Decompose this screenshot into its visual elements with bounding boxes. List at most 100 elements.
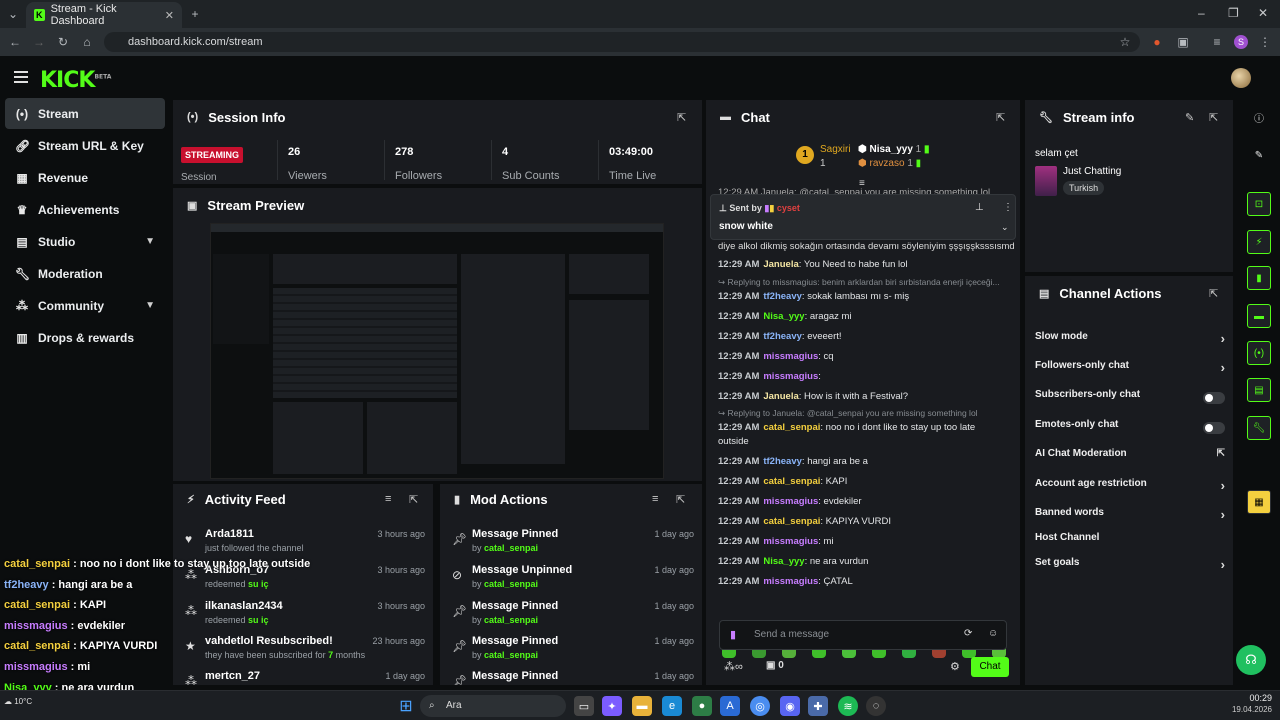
chat-input-box[interactable]: ▮ Send a message ⟳ ☺: [719, 620, 1007, 650]
chat-message[interactable]: 12:29 AM tf2heavy: hangi ara be a: [718, 455, 1014, 468]
action-account-age[interactable]: Account age restriction ›: [1035, 478, 1225, 498]
rail-capture-icon[interactable]: ⊡: [1247, 192, 1271, 216]
chat-message[interactable]: 12:29 AM catal_senpai: KAPIYA VURDI: [718, 515, 1014, 528]
leader-name[interactable]: Sagxiri: [820, 144, 851, 155]
action-slow-mode[interactable]: Slow mode ›: [1035, 331, 1225, 351]
edit-icon[interactable]: ✎: [1247, 143, 1271, 167]
subscribers-only-toggle[interactable]: [1203, 392, 1225, 404]
url-field[interactable]: dashboard.kick.com/stream: [104, 32, 1140, 52]
rail-wrench-icon[interactable]: 🔧︎: [1247, 416, 1271, 440]
chat-message[interactable]: 12:29 AM missmagius: cq: [718, 350, 1014, 363]
reply-context[interactable]: ↪ Replying to Januela: @catal_senpai you…: [718, 408, 1014, 419]
chat-message[interactable]: 12:29 AM missmagius:: [718, 370, 1014, 383]
sidebar-item-revenue[interactable]: ▦ Revenue: [5, 162, 165, 193]
chat-message[interactable]: 12:29 AM missmagius: mi: [718, 535, 1014, 548]
rail-bolt-icon[interactable]: ⚡︎: [1247, 230, 1271, 254]
edit-icon[interactable]: ✎: [1185, 111, 1194, 124]
spotify-icon[interactable]: ≋: [838, 696, 858, 716]
sidebar-item-stream-url-key[interactable]: 🔗︎ Stream URL & Key: [5, 130, 165, 161]
sidebar-item-moderation[interactable]: 🔧︎ Moderation: [5, 258, 165, 289]
file-explorer-icon[interactable]: ▬: [632, 696, 652, 716]
reload-icon[interactable]: ↻: [56, 35, 70, 49]
rail-document-icon[interactable]: ▮: [1247, 266, 1271, 290]
rail-chat-icon[interactable]: ▬: [1247, 304, 1271, 328]
popout-icon[interactable]: ⇱: [1209, 111, 1218, 124]
sidebar-item-drops-rewards[interactable]: ▥ Drops & rewards: [5, 322, 165, 353]
support-headset-icon[interactable]: ☊: [1236, 645, 1266, 675]
popout-icon[interactable]: ⇱: [409, 493, 418, 506]
user-avatar[interactable]: [1231, 68, 1251, 88]
chat-settings-users-icon[interactable]: ⁂∞: [724, 660, 743, 673]
action-set-goals[interactable]: Set goals ›: [1035, 557, 1225, 577]
popout-icon[interactable]: ⇱: [1209, 287, 1218, 300]
gear-icon[interactable]: ⚙: [950, 660, 960, 673]
copilot-icon[interactable]: ✦: [602, 696, 622, 716]
chat-message[interactable]: 12:29 AM Nisa_yyy: ne ara vurdun: [718, 555, 1014, 568]
popout-icon[interactable]: ⇱: [677, 111, 686, 124]
filter-icon[interactable]: ≡: [385, 493, 391, 505]
translate-icon[interactable]: ⟳: [964, 628, 972, 639]
filter-icon[interactable]: ≡: [652, 493, 658, 505]
discord-icon[interactable]: ◉: [780, 696, 800, 716]
minimize-icon[interactable]: –: [1198, 6, 1205, 20]
emotes-only-toggle[interactable]: [1203, 422, 1225, 434]
task-view-icon[interactable]: ▭: [574, 696, 594, 716]
tab-list-icon[interactable]: ⌄: [6, 7, 20, 21]
app-icon[interactable]: ●: [692, 696, 712, 716]
more-options-icon[interactable]: ⋮: [1003, 202, 1013, 213]
app-store-icon[interactable]: A: [720, 696, 740, 716]
weather-widget[interactable]: ☁ 10°C: [4, 697, 32, 706]
pinned-message[interactable]: ⊥ Sent by ▮▮ cyset snow white ⊥ ⋮ ⌄: [710, 194, 1016, 240]
home-icon[interactable]: ⌂: [80, 35, 94, 49]
obs-icon[interactable]: ◌: [866, 696, 886, 716]
sidebar-item-stream[interactable]: (•) Stream: [5, 98, 165, 129]
chrome-icon[interactable]: ◎: [750, 696, 770, 716]
chat-message[interactable]: 12:29 AM Januela: You Need to habe fun lo…: [718, 258, 1014, 271]
rail-actions-icon[interactable]: ▤: [1247, 378, 1271, 402]
chat-message[interactable]: 12:29 AM Januela: How is it with a Festiv…: [718, 390, 1014, 403]
rail-calendar-icon[interactable]: ▦: [1247, 490, 1271, 514]
chat-message[interactable]: 12:29 AM missmagius: ÇATAL: [718, 575, 1014, 588]
chat-message[interactable]: 12:29 AM missmagius: evdekiler: [718, 495, 1014, 508]
points-counter[interactable]: ▣ 0: [766, 660, 784, 671]
leader-name[interactable]: ⬢ Nisa_yyy 1 ▮: [858, 144, 930, 155]
chevron-down-icon[interactable]: ⌄: [1001, 222, 1009, 233]
leader-name[interactable]: ⬢ ravzaso 1 ▮: [858, 158, 921, 169]
reading-list-icon[interactable]: ≡: [1210, 35, 1224, 49]
chat-message[interactable]: 12:29 AM catal_senpai: KAPI: [718, 475, 1014, 488]
chat-message[interactable]: 12:29 AM tf2heavy: sokak lambası mı s- mi…: [718, 290, 1014, 303]
browser-menu-icon[interactable]: ⋮: [1258, 35, 1272, 49]
reply-context[interactable]: ↪ Replying to missmagius: benim arklarda…: [718, 277, 1014, 288]
action-emotes-only[interactable]: Emotes-only chat: [1035, 419, 1225, 439]
chat-message[interactable]: 12:29 AM tf2heavy: eveeert!: [718, 330, 1014, 343]
profile-icon[interactable]: S: [1234, 35, 1248, 49]
sidebar-item-achievements[interactable]: ♛ Achievements: [5, 194, 165, 225]
back-icon[interactable]: ←: [8, 35, 22, 49]
action-followers-only[interactable]: Followers-only chat ›: [1035, 360, 1225, 380]
action-host-channel[interactable]: Host Channel: [1035, 532, 1225, 552]
maximize-icon[interactable]: ❐: [1228, 6, 1239, 20]
bookmark-star-icon[interactable]: ☆: [1118, 35, 1132, 49]
taskbar-search[interactable]: ⌕ Ara: [420, 695, 566, 717]
chat-message[interactable]: 12:29 AM Nisa_yyy: aragaz mi: [718, 310, 1014, 323]
sidebar-item-community[interactable]: ⁂ Community ▼: [5, 290, 165, 321]
new-tab-icon[interactable]: +: [188, 7, 202, 21]
windows-start-icon[interactable]: ⊞: [396, 696, 416, 716]
window-close-icon[interactable]: ✕: [1258, 6, 1268, 20]
hamburger-menu-icon[interactable]: [14, 71, 28, 86]
popout-icon[interactable]: ⇱: [676, 493, 685, 506]
app-icon[interactable]: ✚: [808, 696, 828, 716]
emoji-icon[interactable]: ☺: [988, 628, 998, 639]
action-banned-words[interactable]: Banned words ›: [1035, 507, 1225, 527]
send-chat-button[interactable]: Chat: [971, 657, 1009, 677]
popout-icon[interactable]: ⇱: [996, 111, 1005, 124]
stream-preview-video[interactable]: [210, 223, 664, 479]
browser-tab[interactable]: K Stream - Kick Dashboard ✕: [26, 2, 182, 28]
extension-icon[interactable]: ●: [1150, 35, 1164, 49]
edge-icon[interactable]: e: [662, 696, 682, 716]
action-subscribers-only[interactable]: Subscribers-only chat: [1035, 389, 1225, 409]
kick-logo[interactable]: KICKBETA: [40, 68, 111, 93]
extensions-puzzle-icon[interactable]: ▣: [1176, 35, 1190, 49]
sidebar-item-studio[interactable]: ▤ Studio ▼: [5, 226, 165, 257]
info-icon[interactable]: ⓘ: [1247, 105, 1271, 129]
